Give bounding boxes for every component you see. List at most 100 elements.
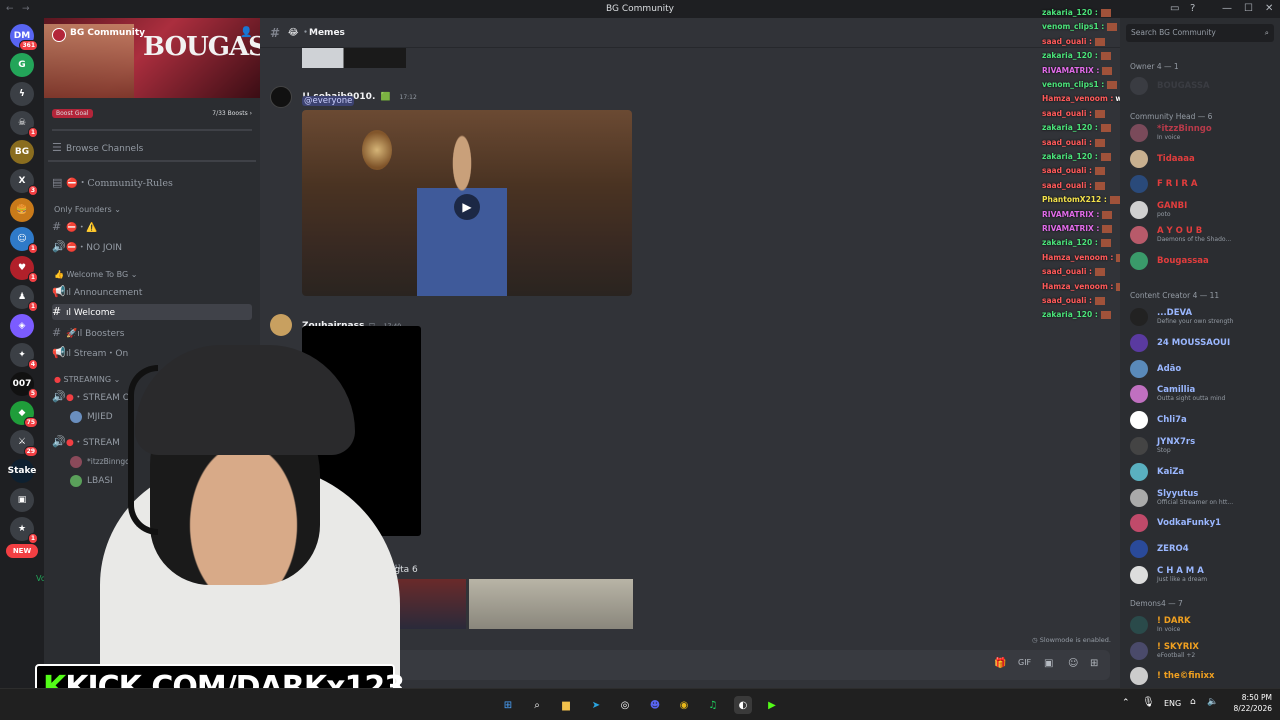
server-avatar[interactable]: ☺ 1	[10, 227, 38, 254]
kick-app-icon[interactable]: ▶	[763, 696, 781, 714]
microphone-icon[interactable]: 🎙	[1142, 697, 1155, 708]
emote-icon	[1102, 66, 1113, 75]
member-item[interactable]: ! the©finixx	[1130, 665, 1276, 687]
member-item[interactable]: F R I R A	[1130, 173, 1276, 195]
member-item[interactable]: Adão	[1130, 358, 1276, 380]
member-item[interactable]: KaiZa	[1130, 461, 1276, 483]
category-welcome[interactable]: 👍 Welcome To BG ⌄	[54, 270, 137, 279]
server-icon-label: ☺	[17, 234, 27, 244]
gif-icon[interactable]: GIF	[1018, 658, 1031, 667]
clock[interactable]: 8:50 PM 8/22/2026	[1222, 692, 1272, 714]
start-icon[interactable]: ⊞	[499, 696, 517, 714]
network-icon[interactable]: ⌂	[1190, 697, 1196, 707]
member-item[interactable]: *itzzBinngo In voice	[1130, 122, 1276, 144]
language-indicator[interactable]: ENG	[1164, 699, 1181, 708]
server-crew[interactable]: ✦ 4	[10, 343, 38, 370]
channel-name: Memes	[309, 28, 345, 38]
member-item[interactable]: GANBI poto	[1130, 199, 1276, 221]
avatar[interactable]	[270, 86, 292, 108]
member-item[interactable]: BOUGASSA	[1130, 75, 1276, 97]
telegram-icon[interactable]: ➤	[587, 696, 605, 714]
server-name[interactable]: BG Community	[70, 28, 145, 38]
discord-icon[interactable]: ☻	[646, 696, 664, 714]
server-skull[interactable]: ☠ 1	[10, 111, 38, 138]
message-image-partial[interactable]	[302, 48, 406, 68]
server-bus[interactable]: ▣	[10, 488, 34, 512]
back-arrow-icon[interactable]: ←	[6, 0, 14, 18]
channel-announcement[interactable]: 📢ıl Announcement	[52, 284, 142, 300]
emote-icon	[1107, 23, 1118, 32]
member-item[interactable]: ! DARK In voice	[1130, 614, 1276, 636]
server-purple[interactable]: ◈	[10, 314, 34, 338]
apps-icon[interactable]: ⊞	[1090, 658, 1098, 669]
member-item[interactable]: Chli7a	[1130, 409, 1276, 431]
channel-community-rules[interactable]: ▤ ⛔・Community-Rules	[52, 175, 173, 191]
volume-icon[interactable]: 🔈	[1207, 697, 1218, 707]
message-input[interactable]: 🎁 GIF ▣ ☺ ⊞	[332, 650, 1110, 680]
server-stake[interactable]: Stake	[7, 459, 37, 483]
member-item[interactable]: ! SKYRIX eFootball +2	[1130, 640, 1276, 662]
help-icon[interactable]: ?	[1190, 0, 1195, 18]
member-item[interactable]: ZERO4	[1130, 538, 1276, 560]
category-only-founders[interactable]: Only Founders ⌄	[54, 205, 121, 214]
server-g[interactable]: G	[10, 53, 34, 77]
search-input[interactable]: Search BG Community ⌕	[1126, 24, 1274, 42]
server-banner[interactable]: BOUGASSAA BG Community 👤	[44, 18, 260, 98]
maximize-icon[interactable]: ☐	[1244, 0, 1253, 18]
member-item[interactable]: Tidaaaa	[1130, 148, 1276, 170]
member-item[interactable]: Bougassaa	[1130, 250, 1276, 272]
obs-icon[interactable]: ◐	[734, 696, 752, 714]
channel-boosters[interactable]: # 🚀ıl Boosters	[52, 325, 124, 341]
channel-founders-warning[interactable]: # ⛔・⚠️	[52, 219, 97, 235]
member-item[interactable]: A Y O U B Daemons of the Shado...	[1130, 224, 1276, 246]
app-icon[interactable]: ◎	[616, 696, 634, 714]
everyone-mention[interactable]: @everyone	[302, 96, 355, 106]
image-attachment[interactable]	[469, 579, 633, 629]
gift-icon[interactable]: 🎁	[994, 658, 1006, 669]
server-bg[interactable]: BG	[10, 140, 34, 164]
sticker-icon[interactable]: ▣	[1044, 658, 1053, 669]
member-item[interactable]: 24 MOUSSAOUI	[1130, 332, 1276, 354]
member-item[interactable]: Camillia Outta sight outta mind	[1130, 383, 1276, 405]
new-badge[interactable]: NEW	[6, 544, 38, 558]
member-item[interactable]: Slyyutus Official Streamer on htt...	[1130, 487, 1276, 509]
server-game[interactable]: ♟ 1	[10, 285, 38, 312]
direct-messages[interactable]: DM 361	[10, 24, 38, 51]
video-attachment[interactable]: ▶	[302, 110, 632, 296]
chevron-up-icon[interactable]: ⌃	[1122, 698, 1130, 708]
server-jackpot[interactable]: ★ 1	[10, 517, 38, 544]
server-x[interactable]: X3	[10, 169, 38, 196]
channel-label: ıl Welcome	[66, 308, 116, 318]
server-007[interactable]: 007 5	[10, 372, 38, 399]
server-green[interactable]: ◆ 75	[10, 401, 38, 428]
lamp-light	[362, 130, 392, 170]
minimize-icon[interactable]: —	[1222, 0, 1232, 18]
avatar	[1130, 488, 1148, 507]
emoji-icon[interactable]: ☺	[1068, 658, 1078, 669]
search-icon[interactable]: ⌕	[528, 696, 546, 714]
member-item[interactable]: C H A M A Just like a dream	[1130, 564, 1276, 586]
server-icon-label: ϟ	[19, 89, 25, 99]
chrome-icon[interactable]: ◉	[675, 696, 693, 714]
channel-welcome-active[interactable]: # ıl Welcome	[52, 304, 252, 320]
server-red[interactable]: ♥ 1	[10, 256, 38, 283]
member-item[interactable]: JYNX7rs Stop	[1130, 435, 1276, 457]
server-icon-label: Stake	[7, 466, 37, 476]
server-burger[interactable]: 🍔	[10, 198, 34, 222]
avatar[interactable]	[270, 314, 292, 336]
boost-goal-bar[interactable]: Boost Goal 7/33 Boosts ›	[52, 109, 252, 120]
forward-arrow-icon[interactable]: →	[22, 0, 30, 18]
close-icon[interactable]: ✕	[1265, 0, 1273, 18]
server-lightning[interactable]: ϟ	[10, 82, 34, 106]
server-team[interactable]: ⚔ 29	[10, 430, 38, 457]
channel-no-join[interactable]: 🔊⛔・NO JOIN	[52, 239, 122, 255]
browse-channels[interactable]: ☰ Browse Channels	[52, 140, 143, 156]
member-item[interactable]: VodkaFunky1	[1130, 512, 1276, 534]
member-item[interactable]: ...DEVA Define your own strength	[1130, 306, 1276, 328]
add-member-icon[interactable]: 👤	[240, 27, 252, 38]
inbox-icon[interactable]: ▭	[1170, 0, 1179, 18]
file-explorer-icon[interactable]: ▆	[557, 696, 575, 714]
play-icon[interactable]: ▶	[454, 194, 480, 220]
spotify-icon[interactable]: ♫	[704, 696, 722, 714]
overlay-chat-line: zakaria_120 :	[1042, 238, 1111, 248]
